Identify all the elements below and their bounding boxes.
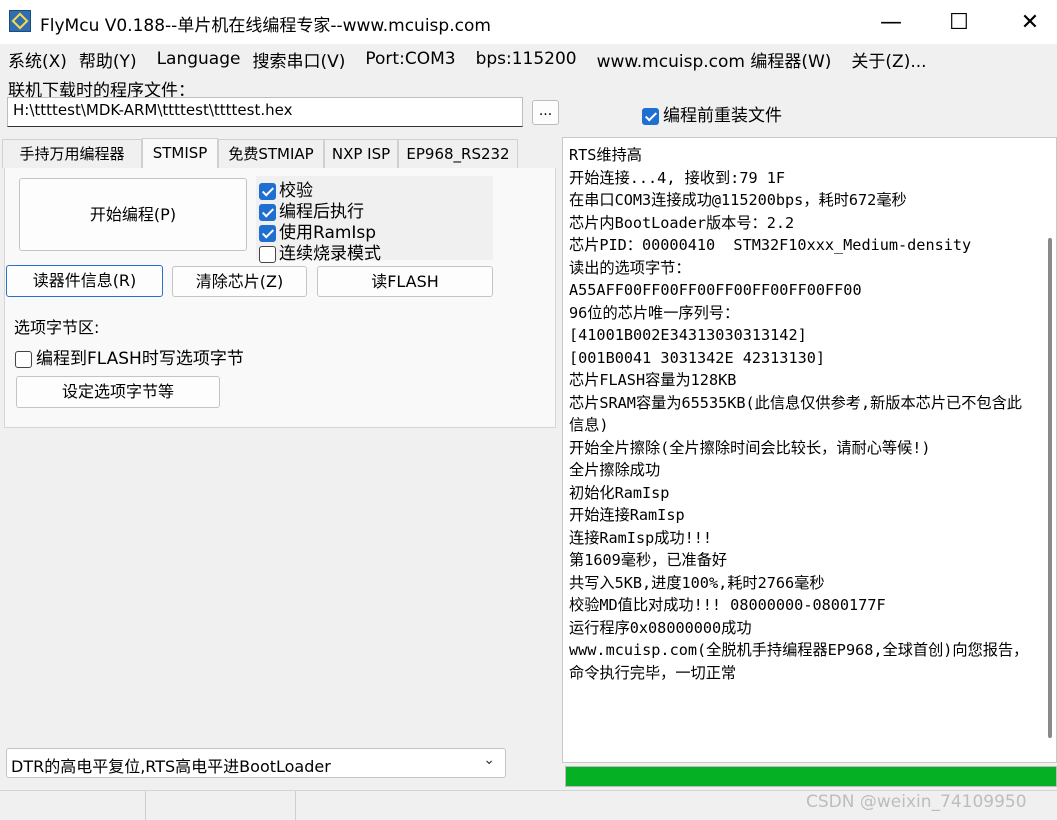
flymcu-app-icon bbox=[9, 10, 31, 32]
log-output-panel[interactable]: RTS维持高开始连接...4, 接收到:79 1F 在串口COM3连接成功@115… bbox=[562, 137, 1057, 763]
menu-help[interactable]: 帮助(Y) bbox=[79, 47, 137, 72]
log-line: [001B0041 3031342E 42313130] bbox=[569, 348, 826, 367]
reload-before-program-label: 编程前重装文件 bbox=[663, 106, 782, 126]
log-line: 初始化RamIsp bbox=[569, 483, 670, 502]
log-line: 连接RamIsp成功!!! bbox=[569, 528, 713, 547]
browse-button[interactable]: ... bbox=[532, 100, 559, 125]
dtr-rts-mode-select[interactable]: DTR的高电平复位,RTS高电平进BootLoader ⌄ bbox=[6, 748, 506, 778]
title-bar: FlyMcu V0.188--单片机在线编程专家--www.mcuisp.com… bbox=[0, 0, 1057, 44]
log-line: A55AFF00FF00FF00FF00FF00FF00FF00 bbox=[569, 281, 862, 299]
tab-handheld-programmer[interactable]: 手持万用编程器 bbox=[2, 139, 142, 168]
write-option-bytes-label: 编程到FLASH时写选项字节 bbox=[36, 349, 244, 369]
continuous-burn-checkbox[interactable]: 连续烧录模式 bbox=[259, 239, 381, 264]
menu-bps[interactable]: bps:115200 bbox=[476, 49, 577, 69]
log-line: 共写入5KB,进度100%,耗时2766毫秒 bbox=[569, 573, 825, 592]
checkbox-checked-icon bbox=[642, 107, 659, 125]
log-scrollbar[interactable] bbox=[1048, 238, 1052, 738]
log-line: 在串口COM3连接成功@115200bps，耗时672毫秒 bbox=[569, 191, 907, 209]
menu-language[interactable]: Language bbox=[157, 49, 241, 69]
log-line: 开始全片擦除(全片擦除时间会比较长，请耐心等候!) bbox=[569, 438, 931, 457]
log-line: 芯片SRAM容量为65535KB(此信息仅供参考,新版本芯片已不包含此信息) bbox=[569, 393, 1022, 435]
tab-ep968-rs232[interactable]: EP968_RS232 bbox=[398, 139, 518, 168]
menu-system[interactable]: 系统(X) bbox=[8, 47, 67, 72]
start-programming-button[interactable]: 开始编程(P) bbox=[19, 178, 247, 251]
progress-bar bbox=[565, 766, 1057, 787]
log-line: 96位的芯片唯一序列号： bbox=[569, 303, 740, 322]
menu-search-port[interactable]: 搜索串口(V) bbox=[252, 47, 345, 72]
reload-before-program-checkbox[interactable]: 编程前重装文件 bbox=[642, 101, 782, 126]
watermark: CSDN @weixin_74109950 bbox=[806, 792, 1027, 812]
tab-stmisp[interactable]: STMISP bbox=[142, 138, 218, 169]
log-line: RTS维持高 bbox=[569, 146, 642, 164]
checkbox-unchecked-icon bbox=[259, 245, 276, 263]
progress-bar-fill bbox=[566, 767, 1056, 786]
log-line: 校验MD值比对成功!!! 08000000-0800177F bbox=[569, 596, 886, 614]
chevron-down-icon: ⌄ bbox=[483, 752, 495, 768]
log-line: 运行程序0x08000000成功 bbox=[569, 618, 752, 637]
tab-strip: 手持万用编程器 STMISP 免费STMIAP NXP ISP EP968_RS… bbox=[0, 138, 560, 169]
log-line: 芯片FLASH容量为128KB bbox=[569, 371, 737, 389]
set-option-bytes-button[interactable]: 设定选项字节等 bbox=[16, 376, 220, 408]
read-device-info-button[interactable]: 读器件信息(R) bbox=[6, 265, 163, 297]
option-bytes-group-label: 选项字节区: bbox=[14, 318, 100, 337]
continuous-burn-label: 连续烧录模式 bbox=[279, 244, 381, 264]
tab-free-stmiap[interactable]: 免费STMIAP bbox=[218, 139, 324, 168]
dtr-rts-mode-value: DTR的高电平复位,RTS高电平进BootLoader bbox=[11, 757, 331, 776]
maximize-button[interactable]: ☐ bbox=[930, 0, 988, 44]
tab-nxp-isp[interactable]: NXP ISP bbox=[324, 139, 398, 168]
minimize-button[interactable]: — bbox=[862, 0, 920, 44]
log-line: 芯片PID：00000410 STM32F10xxx_Medium-densit… bbox=[569, 236, 972, 254]
program-file-path-input[interactable]: H:\ttttest\MDK-ARM\ttttest\ttttest.hex bbox=[7, 97, 523, 127]
log-line: [41001B002E34313030313142] bbox=[569, 326, 807, 344]
checkbox-unchecked-icon bbox=[15, 350, 32, 368]
log-line: 全片擦除成功 bbox=[569, 461, 661, 479]
log-line: 开始连接RamIsp bbox=[569, 506, 685, 524]
erase-chip-button[interactable]: 清除芯片(Z) bbox=[172, 266, 307, 297]
log-output-text: RTS维持高开始连接...4, 接收到:79 1F 在串口COM3连接成功@115… bbox=[569, 144, 1031, 684]
menu-about[interactable]: 关于(Z)... bbox=[851, 47, 926, 72]
menu-port[interactable]: Port:COM3 bbox=[365, 49, 455, 69]
close-button[interactable]: ✕ bbox=[1001, 0, 1057, 44]
log-line: www.mcuisp.com(全脱机手持编程器EP968,全球首创)向您报告，命… bbox=[569, 641, 1029, 682]
menu-programmer[interactable]: www.mcuisp.com 编程器(W) bbox=[597, 47, 832, 72]
status-cell bbox=[145, 791, 296, 820]
log-line: 芯片内BootLoader版本号：2.2 bbox=[569, 213, 795, 232]
log-line: 开始连接...4, 接收到:79 1F bbox=[569, 168, 786, 187]
window-title: FlyMcu V0.188--单片机在线编程专家--www.mcuisp.com bbox=[40, 16, 491, 36]
menu-bar: 系统(X) 帮助(Y) Language 搜索串口(V) Port:COM3 b… bbox=[0, 44, 1057, 74]
read-flash-button[interactable]: 读FLASH bbox=[317, 266, 493, 297]
write-option-bytes-checkbox[interactable]: 编程到FLASH时写选项字节 bbox=[15, 344, 244, 369]
log-line: 读出的选项字节： bbox=[569, 258, 691, 277]
log-line: 第1609毫秒，已准备好 bbox=[569, 551, 728, 569]
status-cell bbox=[0, 791, 146, 820]
